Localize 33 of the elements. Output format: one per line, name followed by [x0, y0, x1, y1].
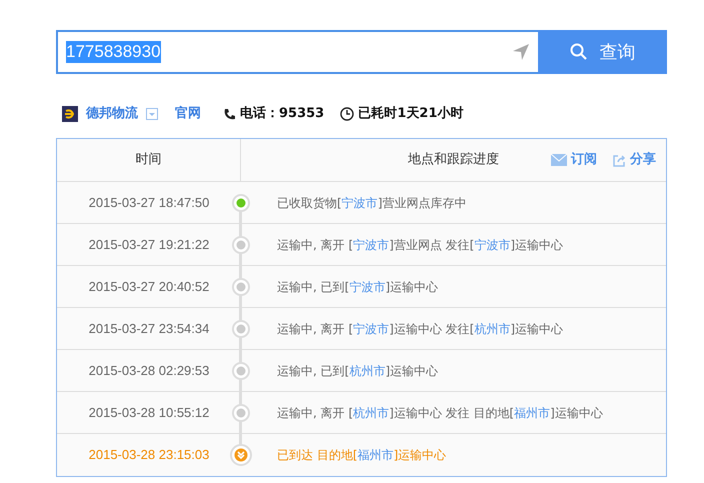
tracking-number: 1775838930 — [66, 41, 161, 63]
subscribe-link[interactable]: 订阅 — [551, 150, 597, 170]
tracking-status: 运输中, 离开 [宁波市]运输中心 发往[杭州市]运输中心 — [277, 320, 563, 338]
time-cell-text: 2015-03-28 02:29:53 — [88, 362, 210, 380]
column-header: 地点和跟踪进度 — [408, 151, 499, 170]
carrier-name[interactable]: 德邦物流 — [86, 104, 138, 124]
dropdown-icon[interactable] — [146, 108, 158, 120]
search-icon — [570, 43, 588, 61]
share-icon — [613, 154, 626, 166]
tracking-status: 运输中, 已到[宁波市]运输中心 — [277, 278, 438, 296]
clock-icon — [340, 107, 354, 121]
time-cell-text: 2015-03-27 20:40:52 — [88, 278, 210, 296]
tracking-status: 已到达 目的地[福州市]运输中心 — [277, 447, 446, 464]
tracking-status: 运输中, 离开 [杭州市]运输中心 发往 目的地[福州市]运输中心 — [277, 404, 603, 422]
elapsed-time: 已耗时1天21小时 — [358, 105, 464, 124]
mail-icon — [551, 154, 567, 166]
phone-number: 电话：95353 — [240, 105, 324, 124]
tracking-status: 运输中, 已到[杭州市]运输中心 — [277, 362, 438, 380]
time-cell-text: 2015-03-28 23:15:03 — [88, 446, 210, 464]
phone-icon — [223, 108, 236, 120]
time-cell-text: 2015-03-27 18:47:50 — [88, 194, 210, 212]
time-cell-text: 2015-03-27 19:21:22 — [88, 236, 210, 254]
tracking-status: 运输中, 离开 [宁波市]营业网点 发往[宁波市]运输中心 — [277, 236, 563, 254]
search-button[interactable]: 查询 — [538, 30, 667, 74]
website-link[interactable]: 官网 — [175, 104, 201, 124]
column-header: 时间 — [57, 139, 241, 181]
location-arrow-icon[interactable] — [512, 43, 530, 61]
share-link[interactable]: 分享 — [613, 150, 656, 170]
tracking-status: 已收取货物[宁波市]营业网点库存中 — [277, 194, 466, 212]
time-cell-text: 2015-03-28 10:55:12 — [88, 404, 210, 422]
carrier-logo-icon — [62, 106, 78, 122]
search-field[interactable]: 1775838930 — [56, 30, 538, 74]
time-cell-text: 2015-03-27 23:54:34 — [88, 320, 210, 338]
